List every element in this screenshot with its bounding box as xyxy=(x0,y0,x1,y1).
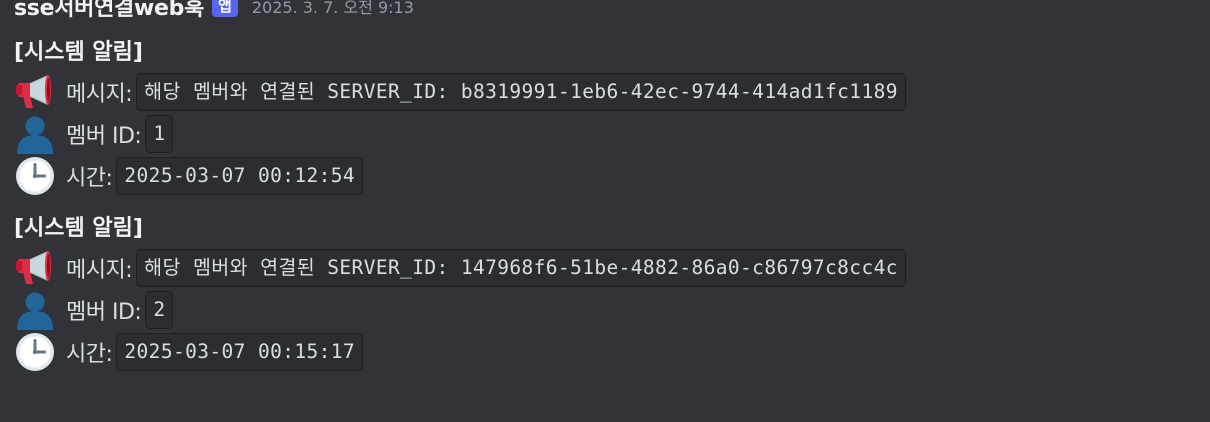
member-id-code-value: 1 xyxy=(145,115,174,153)
alert-member-line: 멤버 ID: 1 xyxy=(14,114,1194,154)
webhook-message: sse서버연결web훅 앱 2025. 3. 7. 오전 9:13 [시스템 알… xyxy=(14,0,1194,374)
alert-time-line: 시간: 2025-03-07 00:12:54 xyxy=(14,154,1194,198)
three-oclock-icon xyxy=(14,332,58,372)
message-label: 메시지: xyxy=(66,82,133,107)
loudspeaker-icon xyxy=(14,72,58,112)
message-label: 메시지: xyxy=(66,258,133,283)
time-label: 시간: xyxy=(66,342,113,367)
system-alert-block: [시스템 알림] 메시지: 해당 멤버와 연결된 SERVER_ID: 1479… xyxy=(14,212,1194,374)
member-id-label: 멤버 ID: xyxy=(66,300,142,325)
system-alert-block: [시스템 알림] 메시지: 해당 멤버와 연결된 SERVER_ID: b831… xyxy=(14,36,1194,198)
time-label: 시간: xyxy=(66,166,113,191)
alert-message-line: 메시지: 해당 멤버와 연결된 SERVER_ID: 147968f6-51be… xyxy=(14,246,1194,290)
message-code-value: 해당 멤버와 연결된 SERVER_ID: b8319991-1eb6-42ec… xyxy=(136,73,906,111)
three-oclock-icon xyxy=(14,156,58,196)
message-code-value: 해당 멤버와 연결된 SERVER_ID: 147968f6-51be-4882… xyxy=(136,249,906,287)
alert-time-line: 시간: 2025-03-07 00:15:17 xyxy=(14,330,1194,374)
bust-in-silhouette-icon xyxy=(14,290,58,330)
alert-member-line: 멤버 ID: 2 xyxy=(14,290,1194,330)
member-id-code-value: 2 xyxy=(145,291,174,329)
time-code-value: 2025-03-07 00:15:17 xyxy=(116,333,364,371)
message-timestamp[interactable]: 2025. 3. 7. 오전 9:13 xyxy=(252,0,414,18)
app-badge: 앱 xyxy=(212,0,238,17)
member-id-label: 멤버 ID: xyxy=(66,124,142,149)
alert-title: [시스템 알림] xyxy=(14,40,143,65)
bust-in-silhouette-icon xyxy=(14,114,58,154)
message-header: sse서버연결web훅 앱 2025. 3. 7. 오전 9:13 xyxy=(14,0,1194,24)
alert-title: [시스템 알림] xyxy=(14,216,143,241)
alert-message-line: 메시지: 해당 멤버와 연결된 SERVER_ID: b8319991-1eb6… xyxy=(14,70,1194,114)
loudspeaker-icon xyxy=(14,248,58,288)
time-code-value: 2025-03-07 00:12:54 xyxy=(116,157,364,195)
webhook-username[interactable]: sse서버연결web훅 xyxy=(14,0,204,22)
